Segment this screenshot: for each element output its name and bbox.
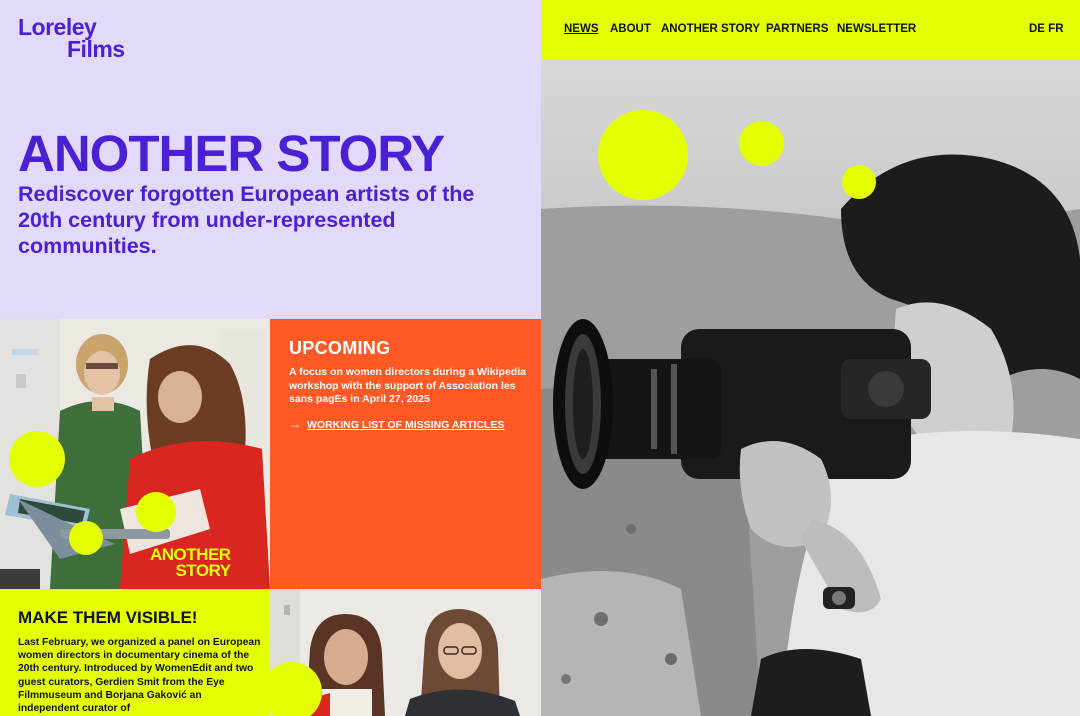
- upcoming-text: A focus on women directors during a Wiki…: [289, 366, 526, 405]
- missing-articles-link-label: WORKING LIST OF MISSING ARTICLES: [307, 419, 505, 431]
- upcoming-title: UPCOMING: [289, 338, 391, 358]
- arrow-right-icon: →: [289, 417, 301, 431]
- page-subtitle: Rediscover forgotten European artists of…: [18, 182, 475, 258]
- upcoming-section: UPCOMING A focus on women directors duri…: [270, 319, 541, 589]
- logo-line-2: Films: [67, 36, 125, 62]
- stamp-line-2: STORY: [175, 561, 231, 580]
- missing-articles-link[interactable]: → WORKING LIST OF MISSING ARTICLES: [289, 417, 504, 431]
- nav-item-newsletter[interactable]: NEWSLETTER: [837, 23, 916, 35]
- photo-woman-film-camera[interactable]: [541, 59, 1080, 716]
- nav-item-news[interactable]: NEWS: [564, 23, 599, 35]
- decor-circle: [136, 492, 176, 532]
- left-column: Loreley Films ANOTHER STORY Rediscover f…: [0, 0, 541, 716]
- page-title: ANOTHER STORY: [18, 125, 445, 182]
- language-switcher[interactable]: DE FR: [1029, 23, 1064, 35]
- nav-item-another-story[interactable]: ANOTHER STORY: [661, 23, 760, 35]
- right-column: NEWS ABOUT ANOTHER STORY PARTNERS NEWSLE…: [541, 0, 1080, 716]
- photo-two-women-laptop[interactable]: ANOTHER STORY: [0, 319, 270, 589]
- decor-circle: [739, 121, 784, 166]
- nav-item-partners[interactable]: PARTNERS: [766, 23, 828, 35]
- decor-circle: [9, 431, 65, 487]
- make-them-visible-section: MAKE THEM VISIBLE! Last February, we org…: [0, 589, 270, 716]
- logo[interactable]: Loreley Films: [18, 16, 125, 62]
- hero-section: Loreley Films ANOTHER STORY Rediscover f…: [0, 0, 541, 319]
- visible-text: Last February, we organized a panel on E…: [18, 637, 261, 715]
- another-story-stamp: ANOTHER STORY: [150, 546, 231, 580]
- nav-item-about[interactable]: ABOUT: [610, 23, 651, 35]
- decor-circle: [598, 110, 688, 200]
- decor-circle: [69, 521, 103, 555]
- decor-circle: [842, 165, 876, 199]
- visible-title: MAKE THEM VISIBLE!: [18, 608, 198, 627]
- top-nav: NEWS ABOUT ANOTHER STORY PARTNERS NEWSLE…: [541, 0, 1080, 59]
- photo-two-women-smiling[interactable]: [270, 589, 541, 716]
